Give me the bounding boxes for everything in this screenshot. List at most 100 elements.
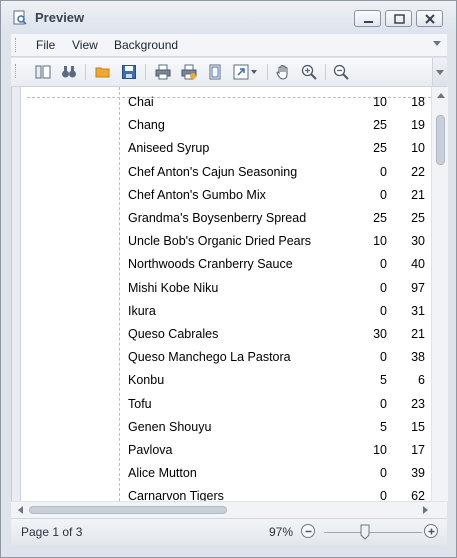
vertical-scroll-thumb[interactable] [436,115,445,165]
zoom-out-small-button[interactable] [301,524,315,538]
minus-icon [305,530,312,533]
report-row: Queso Cabrales 30 21 [21,324,431,347]
zoom-slider-track[interactable] [324,532,422,533]
report-row: Ikura 0 31 [21,301,431,324]
value-cell-2: 6 [418,373,425,388]
page-setup-icon [209,64,221,80]
value-cell-2: 25 [411,211,425,225]
product-name-cell: Chang [128,118,165,133]
close-button[interactable] [416,10,443,27]
menu-grip[interactable] [15,38,19,52]
toolbar-separator [145,64,146,80]
window-title: Preview [35,10,85,25]
value-cell-2: 39 [411,466,425,481]
product-name-cell: Aniseed Syrup [128,141,210,156]
scroll-right-arrow-icon[interactable] [423,506,428,514]
menu-options-chevron-icon[interactable] [433,41,441,46]
document-map-button[interactable] [33,62,53,82]
product-name-cell: Carnarvon Tigers [128,489,224,501]
vertical-scrollbar[interactable] [431,87,448,501]
value-cell-2: 21 [411,327,425,341]
page-setup-button[interactable] [205,62,225,82]
product-name-cell: Queso Cabrales [128,327,219,341]
value-cell-2: 17 [411,443,425,457]
binoculars-icon [62,66,76,78]
product-name-cell: Grandma's Boysenberry Spread [128,211,307,225]
toolbar-overflow-button[interactable] [432,58,447,86]
print-button[interactable] [153,62,173,82]
value-cell-1: 0 [380,489,387,501]
preview-viewport[interactable]: Chai 10 18 Chang 25 19 Aniseed Syrup 25 10 Chef A… [11,87,448,501]
value-cell-2: 31 [411,303,425,318]
value-cell-1: 5 [380,419,387,434]
maximize-icon [394,14,405,24]
value-cell-1: 5 [380,373,387,388]
value-cell-1: 25 [373,118,387,133]
zoom-in-button[interactable] [299,62,319,82]
plus-icon [428,528,435,535]
product-name-cell: Alice Mutton [128,466,197,481]
title-bar[interactable]: Preview [1,1,456,33]
save-icon [122,65,136,79]
preview-window: Preview File View Background Chai 10 18 … [0,0,457,558]
value-cell-2: 38 [411,350,425,365]
scale-icon [233,64,257,80]
toolbar-grip[interactable] [15,64,19,78]
maximize-button[interactable] [385,10,412,27]
value-cell-2: 21 [411,187,425,202]
product-name-cell: Mishi Kobe Niku [128,280,219,295]
report-row: Konbu 5 6 [21,370,431,393]
value-cell-1: 10 [373,443,387,457]
value-cell-2: 22 [411,164,425,179]
menu-view[interactable]: View [72,38,98,52]
report-row: Genen Shouyu 5 15 [21,417,431,440]
menu-file[interactable]: File [36,38,55,52]
document-left-margin-bar [12,87,21,501]
value-cell-1: 0 [380,303,387,318]
zoom-slider-thumb[interactable] [360,524,370,540]
value-cell-1: 30 [373,327,387,341]
value-cell-1: 0 [380,396,387,411]
zoom-level: 97% [269,525,294,539]
report-row: Pavlova 10 17 [21,440,431,463]
save-button[interactable] [119,62,139,82]
zoom-out-button[interactable] [331,62,351,82]
product-name-cell: Queso Manchego La Pastora [128,350,291,365]
scale-button[interactable] [231,62,261,82]
product-name-cell: Ikura [128,303,156,318]
toolbar-overflow-chevron-icon [436,70,444,75]
open-button[interactable] [93,62,113,82]
report-row: Carnarvon Tigers 0 62 [21,486,431,501]
preview-app-icon [13,10,27,26]
status-bar: Page 1 of 3 97% [11,518,447,545]
value-cell-1: 0 [380,187,387,202]
value-cell-2: 40 [411,257,425,272]
page-indicator: Page 1 of 3 [21,525,83,539]
scroll-up-arrow-icon[interactable] [437,93,445,98]
report-row: Chef Anton's Cajun Seasoning 0 22 [21,162,431,185]
value-cell-2: 30 [411,234,425,249]
value-cell-2: 10 [411,141,425,156]
search-button[interactable] [59,62,79,82]
hand-tool-button[interactable] [273,62,293,82]
zoom-out-icon [333,64,349,80]
report-row: Tofu 0 23 [21,394,431,417]
horizontal-scroll-thumb[interactable] [29,506,227,514]
quick-print-button[interactable] [179,62,199,82]
toolbar-separator [325,64,326,80]
minimize-button[interactable] [354,10,381,27]
zoom-in-small-button[interactable] [424,524,438,538]
horizontal-scrollbar[interactable] [11,501,447,518]
report-row: Mishi Kobe Niku 0 97 [21,278,431,301]
value-cell-2: 15 [411,419,425,434]
value-cell-1: 10 [373,95,387,109]
product-name-cell: Chai [128,95,154,109]
value-cell-1: 0 [380,466,387,481]
report-row: Northwoods Cranberry Sauce 0 40 [21,254,431,277]
report-row: Chef Anton's Gumbo Mix 0 21 [21,185,431,208]
zoom-in-icon [301,64,317,80]
scroll-left-arrow-icon[interactable] [18,506,23,514]
report-row: Alice Mutton 0 39 [21,463,431,486]
menu-background[interactable]: Background [114,38,178,52]
report-page: Chai 10 18 Chang 25 19 Aniseed Syrup 25 10 Chef A… [21,87,431,501]
